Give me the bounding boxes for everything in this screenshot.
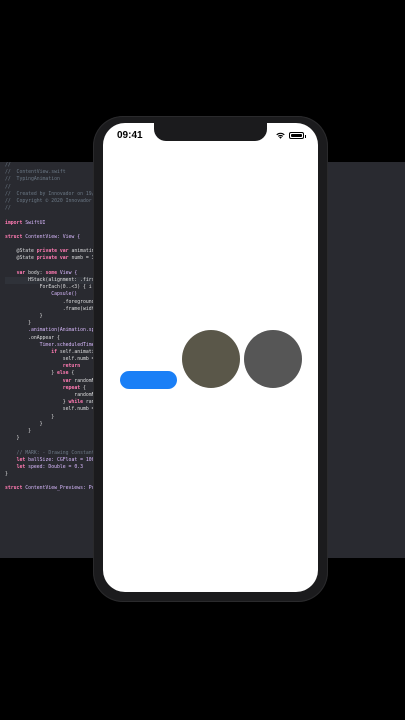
animated-ball-1 (182, 330, 240, 388)
code-line: HStack(alignment: .firstT (5, 277, 105, 285)
code-line: if self.animatin (51, 349, 98, 355)
code-line: .animation(Animation.spr (5, 328, 98, 334)
code-line: } (5, 472, 8, 478)
code-line: @State private var animating (5, 249, 98, 255)
battery-icon (289, 132, 306, 139)
code-line: .onAppear { (5, 335, 60, 341)
code-line: self.numb = (5, 407, 95, 413)
code-line: Timer.scheduledTimer (5, 342, 98, 348)
swift-source-code: // // ContentView.swift// TypingAnimation… (5, 162, 105, 492)
code-line: // ContentView.swift (5, 170, 66, 176)
code-line: struct ContentView: View { (5, 234, 81, 240)
code-line: let speed: Double = 0.3 (16, 464, 83, 470)
code-line: struct ContentView_Previews: Pre (5, 486, 98, 492)
code-line: } (5, 321, 31, 327)
animated-capsule (120, 371, 177, 389)
code-line: return (62, 364, 81, 370)
code-line: // TypingAnimation (5, 177, 60, 183)
code-line: randomNu (5, 393, 98, 398)
code-line: self.numb = (5, 357, 95, 363)
status-bar-time: 09:41 (117, 130, 143, 141)
phone-screen: 09:41 (103, 123, 318, 592)
code-line: } (5, 428, 31, 434)
code-line: } (5, 421, 43, 427)
code-line: // Created by Innovador on 19/08 (5, 191, 101, 197)
code-line: } (5, 414, 55, 420)
code-line: var body: some View { (16, 270, 78, 276)
code-line: // MARK: - Drawing Constant (5, 450, 95, 456)
code-line: } (5, 313, 43, 319)
code-line: .foregroundC (5, 299, 98, 305)
wifi-icon (276, 132, 285, 139)
code-line: ForEach(0..<3) { i i (5, 285, 98, 291)
code-line: @State private var numb = 3 (5, 256, 95, 262)
code-line: // (5, 206, 11, 212)
code-line: } while rand (5, 400, 98, 406)
code-line: // (5, 163, 11, 168)
code-line: .frame(width (5, 306, 98, 312)
code-line: } else { (5, 371, 75, 377)
code-line: var randomNu (62, 378, 98, 384)
animated-ball-2 (244, 330, 302, 388)
code-line: repeat { (62, 385, 86, 391)
status-bar-icons (275, 131, 306, 140)
code-line: // (5, 184, 11, 190)
code-line: Capsule() (5, 292, 78, 298)
code-line: let ballSize: CGFloat = 100 (16, 457, 95, 463)
code-line: } (5, 436, 20, 442)
code-line: import SwiftUI (5, 220, 46, 226)
phone-notch (154, 123, 267, 141)
code-line: // Copyright © 2020 Innovador Al (5, 198, 101, 204)
